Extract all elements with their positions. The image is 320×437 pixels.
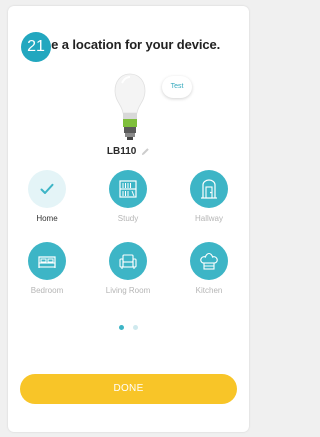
done-button[interactable]: DONE	[20, 374, 237, 404]
room-hallway[interactable]: Hallway	[174, 170, 244, 223]
room-study-circle[interactable]	[109, 170, 147, 208]
door-icon	[201, 179, 217, 199]
room-study[interactable]: Study	[93, 170, 163, 223]
device-name: LB110	[106, 146, 137, 157]
bed-icon	[38, 256, 56, 268]
armchair-icon	[119, 254, 137, 269]
room-hallway-circle[interactable]	[190, 170, 228, 208]
bookshelf-icon	[119, 180, 137, 198]
step-badge: 21	[21, 32, 51, 62]
chef-hat-icon	[200, 252, 218, 270]
room-living-room[interactable]: Living Room	[93, 242, 163, 295]
room-label: Bedroom	[30, 286, 64, 295]
room-label: Home	[36, 214, 58, 223]
room-home-circle[interactable]	[28, 170, 66, 208]
room-living-room-circle[interactable]	[109, 242, 147, 280]
room-label: Kitchen	[195, 286, 223, 295]
room-label: Study	[117, 214, 139, 223]
page-dot[interactable]	[132, 325, 138, 330]
room-home[interactable]: Home	[12, 170, 82, 223]
room-kitchen-circle[interactable]	[190, 242, 228, 280]
device-name-row: LB110	[8, 146, 249, 157]
room-label: Living Room	[105, 286, 151, 295]
smart-bulb-image	[114, 73, 146, 140]
room-kitchen[interactable]: Kitchen	[174, 242, 244, 295]
pencil-icon[interactable]	[141, 147, 150, 156]
check-icon	[40, 183, 54, 194]
page-title: se a location for your device.	[44, 37, 221, 52]
test-button[interactable]: Test	[162, 76, 192, 98]
room-bedroom[interactable]: Bedroom	[12, 242, 82, 295]
page-dot-active[interactable]	[119, 325, 125, 330]
page-indicator	[8, 317, 249, 330]
app-screen: 21 se a location for your device. Test L…	[8, 6, 249, 432]
room-bedroom-circle[interactable]	[28, 242, 66, 280]
room-label: Hallway	[194, 214, 223, 223]
